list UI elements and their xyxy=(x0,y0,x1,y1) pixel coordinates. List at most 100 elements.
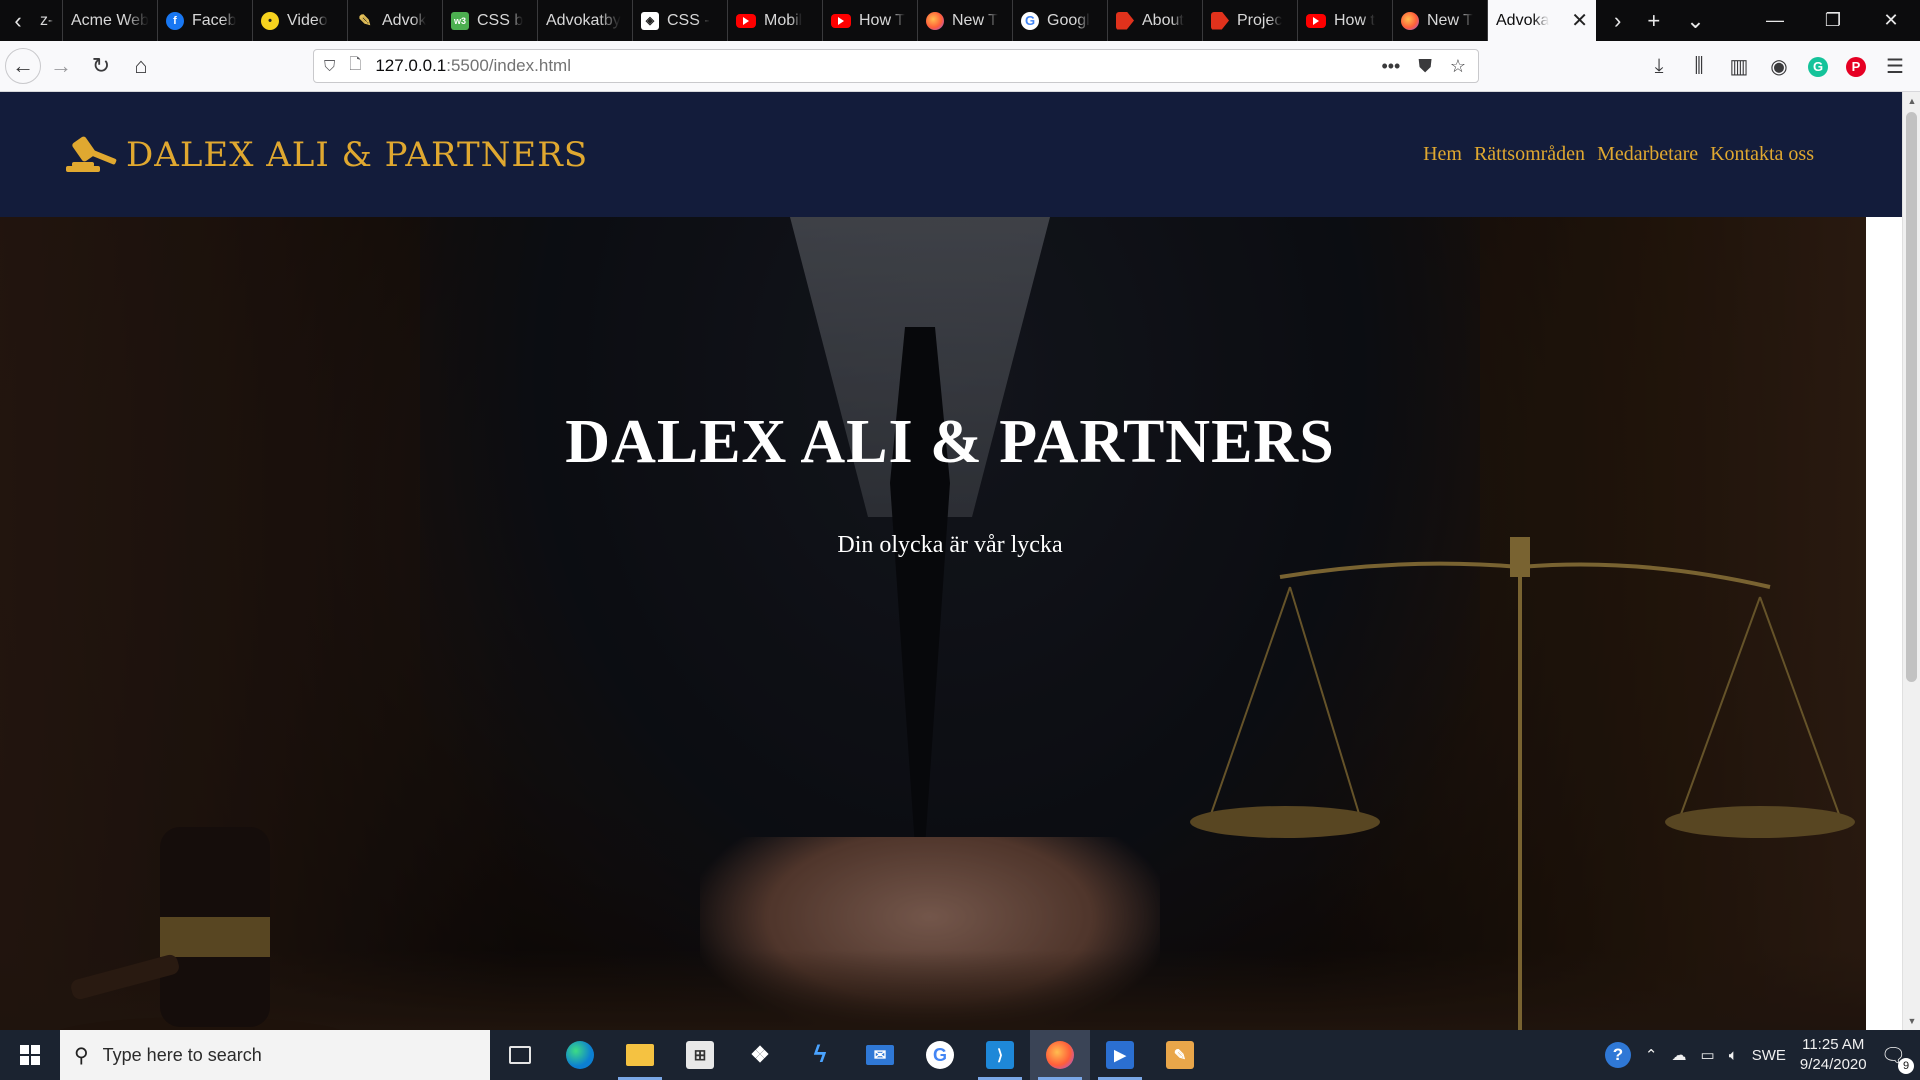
nav-link-kontakta-oss[interactable]: Kontakta oss xyxy=(1710,143,1814,166)
library-icon[interactable]: ⫼ xyxy=(1688,55,1710,78)
window-controls: — ❐ ✕ xyxy=(1746,0,1920,41)
browser-tab-active[interactable]: Advoka ✕ xyxy=(1488,0,1596,41)
browser-tab[interactable]: New T xyxy=(918,0,1013,41)
battery-icon[interactable]: ▭ xyxy=(1701,1046,1715,1064)
menu-icon[interactable]: ☰ xyxy=(1884,54,1906,79)
css-icon: ◈ xyxy=(641,11,659,30)
taskbar-app-file-explorer[interactable] xyxy=(610,1030,670,1080)
notification-center-icon[interactable]: 🗨︎ 9 xyxy=(1881,1043,1914,1074)
clock[interactable]: 11:25 AM 9/24/2020 xyxy=(1800,1035,1867,1075)
browser-tab[interactable]: w3 CSS b xyxy=(443,0,538,41)
url-actions: ••• ⛊ ☆ xyxy=(1381,56,1478,77)
download-icon[interactable]: ⤓ xyxy=(1648,55,1670,78)
nav-link-rattsomraden[interactable]: Rättsområden xyxy=(1474,143,1585,166)
chevron-up-icon[interactable]: ⌃ xyxy=(1645,1046,1658,1064)
taskbar-app-paint[interactable]: ✎ xyxy=(1150,1030,1210,1080)
browser-tab[interactable]: • Video xyxy=(253,0,348,41)
firefox-icon xyxy=(1046,1041,1074,1069)
taskbar-app-task-view[interactable] xyxy=(490,1030,550,1080)
taskbar-app-mail[interactable]: ✉ xyxy=(850,1030,910,1080)
arrow-right-icon: → xyxy=(50,53,72,78)
clock-time: 11:25 AM xyxy=(1802,1036,1865,1053)
tab-label: How T xyxy=(859,11,905,29)
url-path: :5500/index.html xyxy=(446,56,571,75)
browser-tab[interactable]: ◈ CSS - xyxy=(633,0,728,41)
tracking-shield-icon[interactable]: ⛉ xyxy=(324,58,335,75)
browser-tab[interactable]: Advokatby xyxy=(538,0,633,41)
site-logo[interactable]: DALEX ALI & PARTNERS xyxy=(64,130,588,180)
url-bar[interactable]: ⛉ 🗋 127.0.0.1:5500/index.html ••• ⛊ ☆ xyxy=(313,49,1479,83)
brackets-icon xyxy=(1116,11,1134,30)
home-button[interactable]: ⌂ xyxy=(121,46,161,86)
page-scrollbar[interactable]: ▲ ▼ xyxy=(1902,92,1920,1030)
grammarly-icon[interactable]: G xyxy=(1808,56,1828,77)
browser-tab[interactable]: f Faceb xyxy=(158,0,253,41)
taskbar-app-firefox[interactable] xyxy=(1030,1030,1090,1080)
network-icon[interactable]: ☁ xyxy=(1672,1046,1687,1064)
tab-scroll-left-button[interactable]: ‹ xyxy=(0,0,36,41)
pocket-icon[interactable]: ⛊ xyxy=(1418,56,1432,77)
page-actions-icon[interactable]: ••• xyxy=(1381,56,1400,77)
edge-icon xyxy=(566,1041,594,1069)
tab-label: Advoka xyxy=(1496,11,1550,29)
paint-icon: ✎ xyxy=(1166,1041,1194,1069)
dropbox-icon: ❖ xyxy=(750,1042,770,1067)
scroll-up-arrow-icon[interactable]: ▲ xyxy=(1903,92,1920,110)
close-window-icon[interactable]: ✕ xyxy=(1862,0,1920,41)
bookmark-star-icon[interactable]: ☆ xyxy=(1450,56,1466,77)
minimize-icon[interactable]: — xyxy=(1746,0,1804,41)
taskbar-app-chrome[interactable]: G xyxy=(910,1030,970,1080)
start-button[interactable] xyxy=(0,1030,60,1080)
browser-tab[interactable]: G Googl xyxy=(1013,0,1108,41)
browser-tab[interactable]: About xyxy=(1108,0,1203,41)
home-icon: ⌂ xyxy=(134,53,148,78)
volume-icon[interactable]: 🔈︎ xyxy=(1729,1047,1738,1064)
taskbar-app-vscode[interactable]: ⟩ xyxy=(970,1030,1030,1080)
search-icon: ⚲ xyxy=(74,1044,89,1067)
scroll-down-arrow-icon[interactable]: ▼ xyxy=(1903,1012,1920,1030)
youtube-icon xyxy=(1306,13,1326,28)
help-icon[interactable]: ? xyxy=(1604,1042,1631,1068)
taskbar-search-box[interactable]: ⚲ Type here to search xyxy=(60,1030,490,1080)
browser-tab[interactable]: Acme Web xyxy=(63,0,158,41)
taskbar-app-dropbox[interactable]: ❖ xyxy=(730,1030,790,1080)
close-tab-icon[interactable]: ✕ xyxy=(1571,8,1588,33)
windows-logo-icon xyxy=(20,1045,40,1065)
taskbar-app-lightning[interactable]: ϟ xyxy=(790,1030,850,1080)
page-icon: 🗋 xyxy=(349,55,362,73)
scrollbar-thumb[interactable] xyxy=(1906,112,1917,682)
back-button[interactable]: ← xyxy=(5,48,41,84)
tab-label: Acme Web xyxy=(71,11,149,29)
taskbar-app-store[interactable]: ⊞ xyxy=(670,1030,730,1080)
video-icon: • xyxy=(261,11,279,30)
browser-tab[interactable]: ✎ Advok xyxy=(348,0,443,41)
browser-tab[interactable]: z- xyxy=(36,0,63,41)
browser-tab[interactable]: New T xyxy=(1393,0,1488,41)
pen-icon: ✎ xyxy=(358,12,372,30)
new-tab-icon[interactable]: + xyxy=(1647,8,1660,34)
sidebar-icon[interactable]: ▥ xyxy=(1728,54,1750,79)
language-indicator[interactable]: SWE xyxy=(1752,1047,1786,1064)
chevron-right-icon[interactable]: › xyxy=(1614,8,1621,34)
list-all-tabs-icon[interactable]: ⌄ xyxy=(1686,8,1704,34)
forward-button[interactable]: → xyxy=(41,46,81,86)
hero-title: DALEX ALI & PARTNERS xyxy=(565,408,1335,476)
restore-icon[interactable]: ❐ xyxy=(1804,0,1862,41)
browser-tab[interactable]: How t xyxy=(1298,0,1393,41)
nav-link-hem[interactable]: Hem xyxy=(1423,143,1462,166)
taskbar-app-edge[interactable] xyxy=(550,1030,610,1080)
taskbar-app-video-editor[interactable]: ▶ xyxy=(1090,1030,1150,1080)
tab-label: CSS - xyxy=(667,11,710,29)
windows-taskbar: ⚲ Type here to search ⊞ ❖ ϟ ✉ G ⟩ ▶ ✎ ? … xyxy=(0,1030,1920,1080)
hero-tagline: Din olycka är vår lycka xyxy=(837,532,1063,558)
reload-button[interactable]: ↻ xyxy=(81,46,121,86)
tab-label: Mobil xyxy=(764,11,803,29)
nav-link-medarbetare[interactable]: Medarbetare xyxy=(1597,143,1698,166)
browser-tab[interactable]: Projec xyxy=(1203,0,1298,41)
browser-tab[interactable]: Mobil xyxy=(728,0,823,41)
url-host: 127.0.0.1 xyxy=(375,56,447,75)
lightning-icon: ϟ xyxy=(813,1041,827,1068)
account-icon[interactable]: ◉ xyxy=(1768,54,1790,79)
browser-tab[interactable]: How T xyxy=(823,0,918,41)
pinterest-icon[interactable]: P xyxy=(1846,56,1866,77)
